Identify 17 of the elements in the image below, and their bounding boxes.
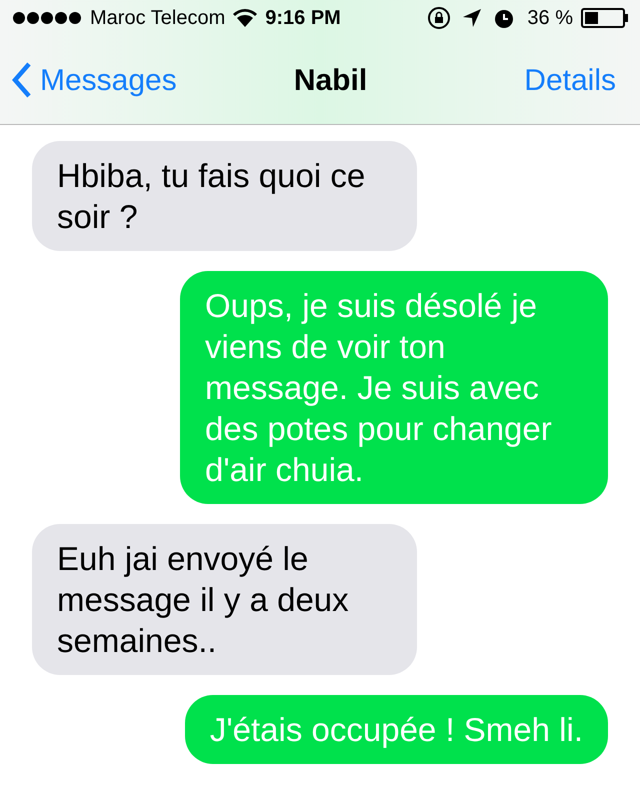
alarm-clock-icon	[493, 7, 516, 29]
clock-time: 9:16 PM	[265, 6, 341, 31]
battery-icon	[581, 8, 628, 28]
rotation-lock-icon	[427, 6, 452, 30]
carrier-name: Maroc Telecom	[90, 6, 226, 31]
sent-message-bubble: J'étais occupée ! Smeh li.	[184, 695, 608, 764]
back-button[interactable]: Messages	[12, 58, 177, 102]
signal-icon	[12, 11, 82, 25]
location-arrow-icon	[463, 9, 482, 27]
back-chevron-icon	[12, 62, 32, 98]
battery-percent: 36 %	[527, 6, 573, 31]
received-message-bubble: Euh jai envoyé le message il y a deux semaines..	[32, 524, 417, 675]
conversation-title: Nabil	[294, 62, 368, 98]
details-button[interactable]: Details	[524, 58, 628, 102]
sent-message-bubble: Oups, je suis désolé je viens de voir ton message. Je suis avec des potes pour changer d'air chuia.	[180, 271, 608, 504]
wifi-icon	[233, 9, 258, 27]
received-message-bubble: Hbiba, tu fais quoi ce soir ?	[32, 141, 417, 251]
